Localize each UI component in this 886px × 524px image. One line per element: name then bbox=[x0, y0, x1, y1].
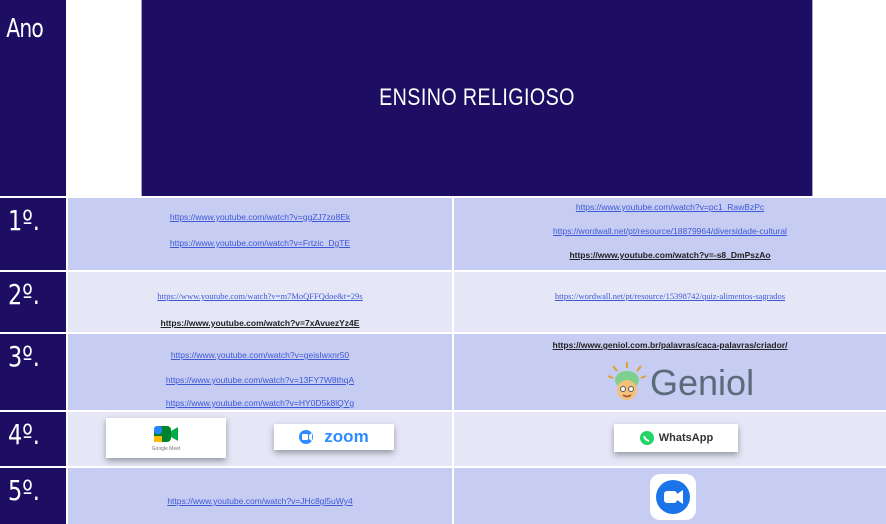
schedule-table: Ano ENSINO RELIGIOSO 1º. https://www.you… bbox=[0, 0, 886, 524]
row-2-right: https://wordwall.net/pt/resource/1539874… bbox=[454, 272, 886, 332]
year-cell-5: 5º. bbox=[0, 468, 66, 524]
geniol-brand: Geniol bbox=[650, 362, 755, 403]
row-3-left: https://www.youtube.com/watch?v=geisIwxn… bbox=[68, 334, 452, 410]
year-label: 2º. bbox=[8, 278, 40, 311]
year-label: 4º. bbox=[8, 418, 40, 451]
row-4-left: Google Meet zoom bbox=[68, 412, 452, 466]
zoom-logo[interactable]: zoom bbox=[274, 424, 394, 450]
google-duo-icon[interactable] bbox=[650, 474, 696, 520]
video-link[interactable]: https://www.youtube.com/watch?v=Frtzic_D… bbox=[68, 238, 452, 248]
year-cell-4: 4º. bbox=[0, 412, 66, 466]
video-link[interactable]: https://www.youtube.com/watch?v=pc1_RawB… bbox=[454, 202, 886, 212]
whatsapp-label: WhatsApp bbox=[658, 432, 714, 444]
video-link[interactable]: https://www.youtube.com/watch?v=ggZJ7zo8… bbox=[68, 212, 452, 222]
zoom-camera-icon bbox=[299, 430, 314, 444]
year-label: 5º. bbox=[8, 474, 40, 507]
ano-header-cell: Ano bbox=[0, 0, 66, 196]
video-link[interactable]: https://www.youtube.com/watch?v=geisIwxn… bbox=[68, 350, 452, 360]
row-2-left: https://www.youtube.com/watch?v=m7MoQFFQ… bbox=[68, 272, 452, 332]
geniol-brain-icon bbox=[607, 362, 647, 400]
video-link[interactable]: https://www.youtube.com/watch?v=JHc8gl5u… bbox=[68, 496, 452, 506]
year-cell-1: 1º. bbox=[0, 198, 66, 270]
google-meet-label: Google Meet bbox=[151, 445, 181, 452]
video-link[interactable]: https://www.youtube.com/watch?v=13FY7W8t… bbox=[68, 375, 452, 385]
whatsapp-logo[interactable]: WhatsApp bbox=[614, 424, 738, 452]
zoom-label: zoom bbox=[324, 427, 369, 446]
row-5-right bbox=[454, 468, 886, 524]
wordwall-link[interactable]: https://wordwall.net/pt/resource/1539874… bbox=[454, 291, 886, 301]
row-5-left: https://www.youtube.com/watch?v=JHc8gl5u… bbox=[68, 468, 452, 524]
video-link[interactable]: https://www.youtube.com/watch?v=HY0D5k8l… bbox=[68, 398, 452, 408]
video-link[interactable]: https://www.youtube.com/watch?v=7xAvuezY… bbox=[68, 318, 452, 328]
geniol-logo[interactable]: Geniol bbox=[604, 360, 764, 406]
wordwall-link[interactable]: https://wordwall.net/pt/resource/1887996… bbox=[454, 226, 886, 236]
row-4-right: WhatsApp bbox=[454, 412, 886, 466]
video-call-icon bbox=[656, 480, 690, 514]
ano-label: Ano bbox=[6, 14, 44, 44]
google-meet-icon bbox=[154, 425, 178, 442]
row-1-left: https://www.youtube.com/watch?v=ggZJ7zo8… bbox=[68, 198, 452, 270]
row-1-right: https://www.youtube.com/watch?v=pc1_RawB… bbox=[454, 198, 886, 270]
year-label: 3º. bbox=[8, 340, 40, 373]
year-label: 1º. bbox=[8, 204, 40, 237]
google-meet-logo[interactable]: Google Meet bbox=[106, 418, 226, 458]
row-3-right: https://www.geniol.com.br/palavras/caca-… bbox=[454, 334, 886, 410]
video-link[interactable]: https://www.youtube.com/watch?v=-s8_DmPs… bbox=[454, 250, 886, 260]
whatsapp-icon bbox=[639, 431, 654, 445]
year-cell-2: 2º. bbox=[0, 272, 66, 332]
subject-title: ENSINO RELIGIOSO bbox=[141, 0, 813, 196]
video-link[interactable]: https://www.youtube.com/watch?v=m7MoQFFQ… bbox=[68, 291, 452, 301]
geniol-link[interactable]: https://www.geniol.com.br/palavras/caca-… bbox=[454, 340, 886, 350]
year-cell-3: 3º. bbox=[0, 334, 66, 410]
